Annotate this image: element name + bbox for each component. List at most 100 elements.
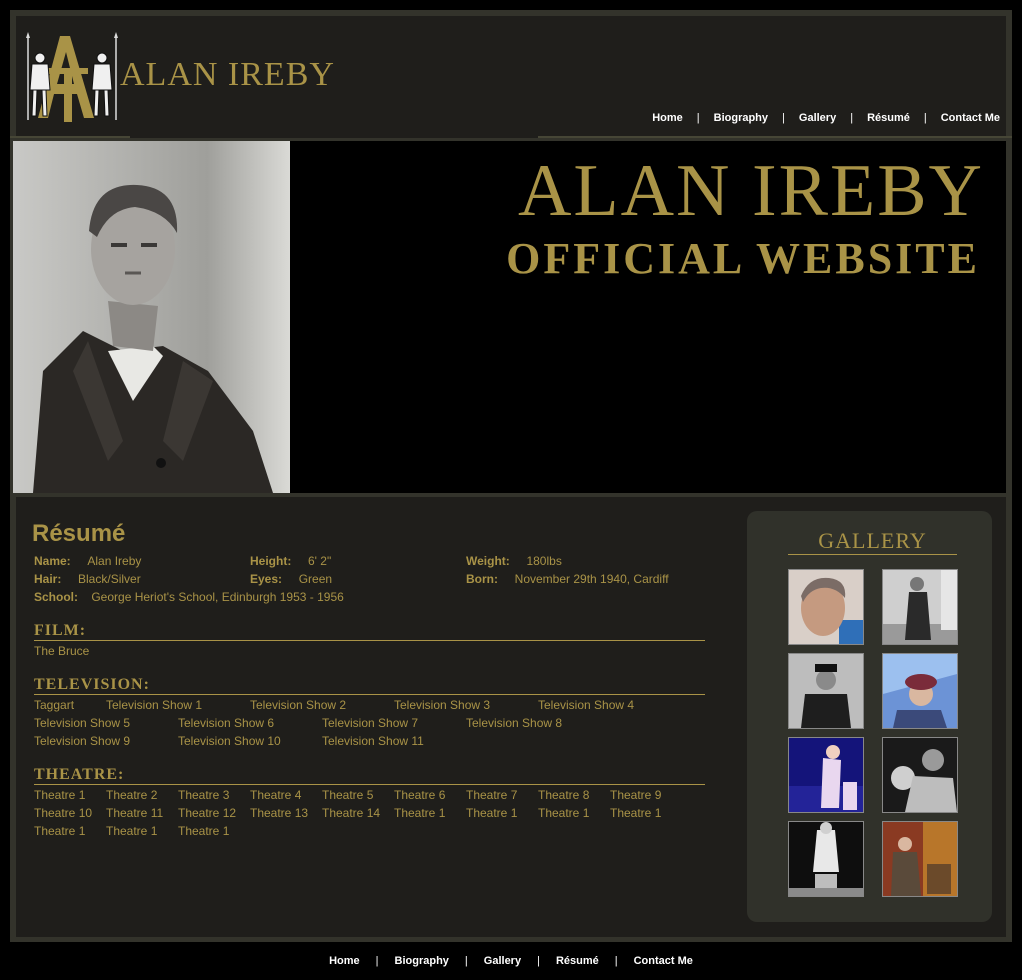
theatre-credit[interactable]: Theatre 1 <box>106 824 157 838</box>
nav-separator: | <box>696 112 700 124</box>
info-value: Alan Ireby <box>87 554 142 568</box>
top-navigation: Home | Biography | Gallery | Résumé | Co… <box>652 112 1000 124</box>
footer-nav-home[interactable]: Home <box>329 955 360 967</box>
nav-separator: | <box>464 955 468 967</box>
info-eyes: Eyes: Green <box>250 572 332 586</box>
gallery-thumbnail[interactable] <box>788 653 864 729</box>
info-label: School: <box>34 590 78 604</box>
footer-nav-contact[interactable]: Contact Me <box>634 955 693 967</box>
nav-separator: | <box>782 112 785 124</box>
theatre-credit[interactable]: Theatre 1 <box>466 806 517 820</box>
nav-separator: | <box>614 955 618 967</box>
nav-separator: | <box>850 112 854 124</box>
banner-subtitle: OFFICIAL WEBSITE <box>506 234 980 283</box>
info-name: Name: Alan Ireby <box>34 554 141 568</box>
info-value: 180lbs <box>526 554 562 568</box>
television-credit[interactable]: Television Show 7 <box>322 716 418 730</box>
theatre-heading: THEATRE: <box>34 766 125 783</box>
television-rule <box>34 694 705 695</box>
television-credit[interactable]: Television Show 4 <box>538 698 634 712</box>
info-height: Height: 6' 2" <box>250 554 331 568</box>
logo-text[interactable]: ALAN IREBY <box>120 56 335 94</box>
theatre-credit[interactable]: Theatre 8 <box>538 788 589 802</box>
nav-resume[interactable]: Résumé <box>867 112 910 124</box>
television-credit[interactable]: Television Show 2 <box>250 698 346 712</box>
theatre-credit[interactable]: Theatre 1 <box>178 824 229 838</box>
television-credit[interactable]: Television Show 9 <box>34 734 130 748</box>
theatre-credit[interactable]: Theatre 3 <box>178 788 229 802</box>
television-credit[interactable]: Television Show 11 <box>322 734 424 748</box>
theatre-credit[interactable]: Theatre 1 <box>34 824 85 838</box>
resume-title: Résumé <box>32 520 126 547</box>
theatre-rule <box>34 784 705 785</box>
gallery-thumbnail[interactable] <box>882 821 958 897</box>
television-credit[interactable]: Television Show 10 <box>178 734 281 748</box>
theatre-credit[interactable]: Theatre 10 <box>34 806 92 820</box>
gallery-thumbnail[interactable] <box>788 737 864 813</box>
television-credit[interactable]: Television Show 6 <box>178 716 274 730</box>
footer-nav-gallery[interactable]: Gallery <box>484 955 521 967</box>
theatre-credit[interactable]: Theatre 13 <box>250 806 308 820</box>
nav-separator: | <box>537 955 540 967</box>
header-divider-right <box>538 136 1012 138</box>
theatre-credit[interactable]: Theatre 2 <box>106 788 157 802</box>
theatre-credit[interactable]: Theatre 6 <box>394 788 445 802</box>
gallery-thumbnail[interactable] <box>882 737 958 813</box>
info-label: Born: <box>466 572 498 586</box>
logo-emblem-icon[interactable] <box>22 28 122 126</box>
television-credit[interactable]: Television Show 3 <box>394 698 490 712</box>
theatre-credit[interactable]: Theatre 11 <box>106 806 163 820</box>
info-school: School: George Heriot's School, Edinburg… <box>34 590 344 604</box>
portrait-photo <box>13 141 290 493</box>
info-born: Born: November 29th 1940, Cardiff <box>466 572 669 586</box>
info-value: George Heriot's School, Edinburgh 1953 -… <box>91 590 344 604</box>
television-credit[interactable]: Television Show 8 <box>466 716 562 730</box>
gallery-thumbnail[interactable] <box>788 569 864 645</box>
theatre-credit[interactable]: Theatre 5 <box>322 788 373 802</box>
nav-separator: | <box>375 955 379 967</box>
info-label: Hair: <box>34 572 62 586</box>
gallery-thumbnail[interactable] <box>882 653 958 729</box>
gallery-thumbnail[interactable] <box>882 569 958 645</box>
info-value: Black/Silver <box>78 572 141 586</box>
hero-banner: ALAN IREBY OFFICIAL WEBSITE <box>13 141 1006 493</box>
footer-nav-resume[interactable]: Résumé <box>556 955 599 967</box>
theatre-credit[interactable]: Theatre 7 <box>466 788 517 802</box>
info-label: Weight: <box>466 554 510 568</box>
nav-contact[interactable]: Contact Me <box>941 112 1000 124</box>
info-label: Eyes: <box>250 572 283 586</box>
info-hair: Hair: Black/Silver <box>34 572 141 586</box>
theatre-credit[interactable]: Theatre 1 <box>34 788 85 802</box>
film-credit[interactable]: The Bruce <box>34 644 89 658</box>
theatre-credit[interactable]: Theatre 1 <box>538 806 589 820</box>
footer-nav-biography[interactable]: Biography <box>395 955 449 967</box>
nav-gallery[interactable]: Gallery <box>799 112 836 124</box>
info-label: Name: <box>34 554 71 568</box>
theatre-credit[interactable]: Theatre 1 <box>610 806 661 820</box>
nav-separator: | <box>923 112 927 124</box>
gallery-thumbnail[interactable] <box>788 821 864 897</box>
theatre-credit[interactable]: Theatre 1 <box>394 806 445 820</box>
film-rule <box>34 640 705 641</box>
television-credit[interactable]: Television Show 1 <box>106 698 202 712</box>
theatre-credit[interactable]: Theatre 12 <box>178 806 236 820</box>
info-value: Green <box>298 572 333 586</box>
info-weight: Weight: 180lbs <box>466 554 562 568</box>
television-credit[interactable]: Taggart <box>34 698 74 712</box>
theatre-credit[interactable]: Theatre 14 <box>322 806 380 820</box>
theatre-credit[interactable]: Theatre 4 <box>250 788 301 802</box>
info-label: Height: <box>250 554 292 568</box>
info-value: November 29th 1940, Cardiff <box>514 572 669 586</box>
footer-navigation: Home | Biography | Gallery | Résumé | Co… <box>0 955 1022 967</box>
television-credit[interactable]: Television Show 5 <box>34 716 130 730</box>
film-heading: FILM: <box>34 622 87 639</box>
header-divider-left <box>10 136 130 138</box>
nav-biography[interactable]: Biography <box>714 112 768 124</box>
theatre-credit[interactable]: Theatre 9 <box>610 788 661 802</box>
nav-home[interactable]: Home <box>652 112 683 124</box>
banner-title: ALAN IREBY <box>517 150 984 232</box>
info-value: 6' 2" <box>308 554 332 568</box>
banner-title-block: ALAN IREBY OFFICIAL WEBSITE <box>506 151 984 283</box>
television-heading: TELEVISION: <box>34 676 150 693</box>
gallery-title[interactable]: GALLERY <box>788 528 957 554</box>
